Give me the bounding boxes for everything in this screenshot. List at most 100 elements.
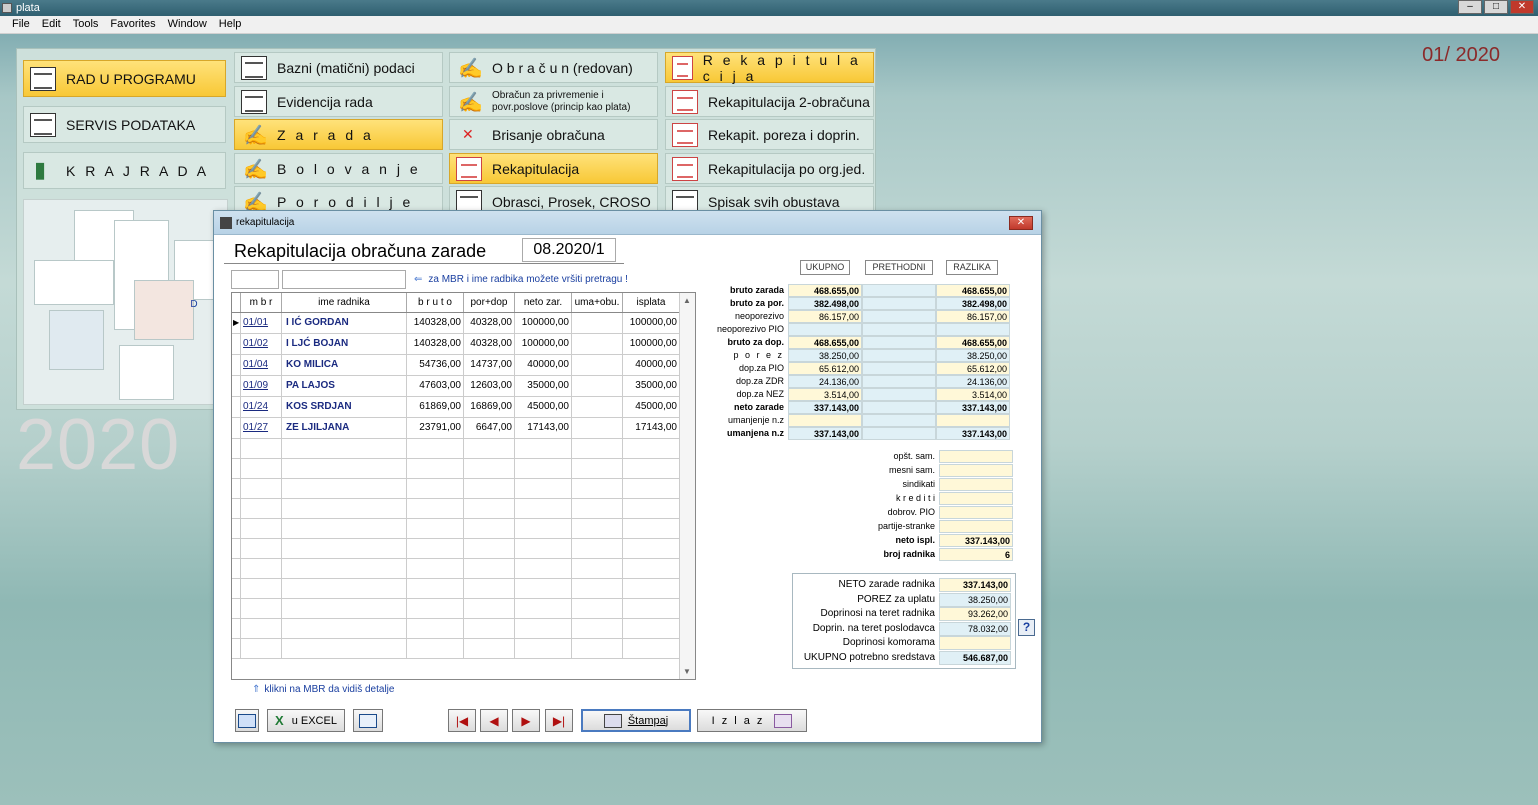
- name-search-input[interactable]: [282, 270, 406, 289]
- minimize-icon[interactable]: –: [1458, 0, 1482, 14]
- mbr-link[interactable]: 01/24: [241, 397, 282, 417]
- totals-label: Doprinosi na teret radnika: [820, 608, 935, 619]
- dialog-titlebar: rekapitulacija ✕: [214, 211, 1041, 235]
- mbr-link[interactable]: 01/04: [241, 355, 282, 375]
- rekapit-poreza-button[interactable]: Rekapit. poreza i doprin.: [665, 119, 874, 150]
- app-titlebar: plata – □ ✕: [0, 0, 1538, 16]
- menu-help[interactable]: Help: [213, 16, 248, 33]
- bazni-podaci-button[interactable]: Bazni (matični) podaci: [234, 52, 443, 83]
- scroll-up-icon[interactable]: ▲: [683, 296, 691, 305]
- table-row[interactable]: 01/02 I LJĆ BOJAN 140328,00 40328,00 100…: [232, 334, 680, 355]
- mbr-link[interactable]: 01/09: [241, 376, 282, 396]
- restore-icon[interactable]: □: [1484, 0, 1508, 14]
- menu-window[interactable]: Window: [162, 16, 213, 33]
- export-excel-button[interactable]: X u EXCEL: [267, 709, 345, 732]
- table-row[interactable]: 01/27 ZE LJILJANA 23791,00 6647,00 17143…: [232, 418, 680, 439]
- menu-favorites[interactable]: Favorites: [104, 16, 161, 33]
- deduction-value[interactable]: [939, 450, 1013, 463]
- col-bruto[interactable]: b r u t o: [407, 293, 464, 312]
- dialog-close-icon[interactable]: ✕: [1009, 216, 1033, 230]
- close-icon[interactable]: ✕: [1510, 0, 1534, 14]
- table-row[interactable]: ▶ 01/01 I IĆ GORDAN 140328,00 40328,00 1…: [232, 313, 680, 334]
- report-icon: [672, 156, 698, 181]
- menu-edit[interactable]: Edit: [36, 16, 67, 33]
- rekapitulacija-org-jed-button[interactable]: Rekapitulacija po org.jed.: [665, 153, 874, 184]
- deduction-value[interactable]: [939, 492, 1013, 505]
- mbr-search-input[interactable]: [231, 270, 279, 289]
- totals-value: 93.262,00: [939, 607, 1011, 621]
- zarada-button[interactable]: Z a r a d a: [234, 119, 443, 150]
- table-row[interactable]: 01/09 PA LAJOS 47603,00 12603,00 35000,0…: [232, 376, 680, 397]
- obracun-redovan-button[interactable]: O b r a č u n (redovan): [449, 52, 658, 83]
- bolovanje-button[interactable]: B o l o v a n j e: [234, 153, 443, 184]
- first-record-button[interactable]: |◀: [448, 709, 476, 732]
- menu-file[interactable]: File: [6, 16, 36, 33]
- deduction-row: mesni sam.: [844, 464, 1014, 477]
- col-por-dop[interactable]: por+dop: [464, 293, 515, 312]
- rekapitulacija-2-obracuna-button[interactable]: Rekapitulacija 2-obračuna: [665, 86, 874, 117]
- obracun-privremeni-button[interactable]: Obračun za privremenie i povr.poslove (p…: [449, 86, 658, 117]
- deduction-row: k r e d i t i: [844, 492, 1014, 505]
- print-button[interactable]: Štampaj: [581, 709, 691, 732]
- evidencija-rada-button[interactable]: Evidencija rada: [234, 86, 443, 117]
- rad-u-programu-button[interactable]: RAD U PROGRAMU: [23, 60, 226, 97]
- rekapitulacija-main-button[interactable]: R e k a p i t u l a c i j a: [665, 52, 874, 84]
- summary-row: bruto zarada 468.655,00 468.655,00: [704, 284, 1014, 297]
- list-view-button[interactable]: [353, 709, 383, 732]
- writing-hand-icon: [456, 56, 483, 81]
- summary-row: neoporezivo PIO: [704, 323, 1014, 336]
- mbr-link[interactable]: 01/01: [241, 313, 282, 333]
- kraj-rada-button[interactable]: K R A J R A D A: [23, 152, 226, 189]
- deduction-value[interactable]: 337.143,00: [939, 534, 1013, 547]
- scroll-down-icon[interactable]: ▼: [683, 667, 691, 676]
- summary-razlika-value: [936, 414, 1010, 427]
- summary-label: dop.za NEZ: [736, 389, 784, 399]
- year-watermark: 2020: [16, 405, 181, 485]
- col-ime-radnika[interactable]: ime radnika: [282, 293, 407, 312]
- window-controls: – □ ✕: [1458, 0, 1534, 14]
- col-mbr[interactable]: m b r: [241, 293, 282, 312]
- col-uma-obu[interactable]: uma+obu.: [572, 293, 623, 312]
- empty-table-row: [232, 599, 680, 619]
- deduction-value[interactable]: [939, 506, 1013, 519]
- summary-razlika-value: 382.498,00: [936, 297, 1010, 310]
- prev-record-button[interactable]: ◀: [480, 709, 508, 732]
- totals-value: 78.032,00: [939, 621, 1011, 636]
- brisanje-obracuna-button[interactable]: Brisanje obračuna: [449, 119, 658, 150]
- summary-razlika-value: 337.143,00: [936, 427, 1010, 440]
- summary-ukupno-value: 337.143,00: [788, 401, 862, 414]
- totals-label: Doprinosi komorama: [842, 637, 935, 648]
- empty-table-row: [232, 459, 680, 479]
- servis-podataka-button[interactable]: SERVIS PODATAKA: [23, 106, 226, 143]
- summary-row: dop.za PIO 65.612,00 65.612,00: [704, 362, 1014, 375]
- summary-row: neoporezivo 86.157,00 86.157,00: [704, 310, 1014, 323]
- deduction-value[interactable]: [939, 464, 1013, 477]
- totals-label: UKUPNO potrebno sredstava: [803, 651, 935, 663]
- totals-value: [939, 636, 1011, 650]
- grid-scrollbar[interactable]: ▲ ▼: [679, 293, 695, 679]
- deduction-row: broj radnika 6: [844, 548, 1014, 561]
- empty-table-row: [232, 639, 680, 659]
- exit-button[interactable]: I z l a z: [697, 709, 807, 732]
- deduction-value[interactable]: [939, 478, 1013, 491]
- rekapitulacija-button[interactable]: Rekapitulacija: [449, 153, 658, 184]
- totals-box: NETO zarade radnika 337.143,00 POREZ za up…: [792, 573, 1016, 669]
- next-record-button[interactable]: ▶: [512, 709, 540, 732]
- table-row[interactable]: 01/04 KO MILICA 54736,00 14737,00 40000,…: [232, 355, 680, 376]
- empty-table-row: [232, 559, 680, 579]
- summary-prethodni-value: [862, 388, 936, 401]
- mbr-link[interactable]: 01/27: [241, 418, 282, 438]
- menu-tools[interactable]: Tools: [67, 16, 105, 33]
- mbr-link[interactable]: 01/02: [241, 334, 282, 354]
- deduction-value[interactable]: 6: [939, 548, 1013, 561]
- col-isplata[interactable]: isplata: [623, 293, 680, 312]
- exit-door-icon: [30, 157, 56, 183]
- menubar: File Edit Tools Favorites Window Help: [0, 16, 1538, 34]
- last-record-button[interactable]: ▶|: [545, 709, 573, 732]
- help-button[interactable]: ?: [1018, 619, 1035, 636]
- summary-prethodni-value: [862, 401, 936, 414]
- col-neto-zar[interactable]: neto zar.: [515, 293, 572, 312]
- calculator-button[interactable]: [235, 709, 259, 732]
- table-row[interactable]: 01/24 KOS SRDJAN 61869,00 16869,00 45000…: [232, 397, 680, 418]
- deduction-value[interactable]: [939, 520, 1013, 533]
